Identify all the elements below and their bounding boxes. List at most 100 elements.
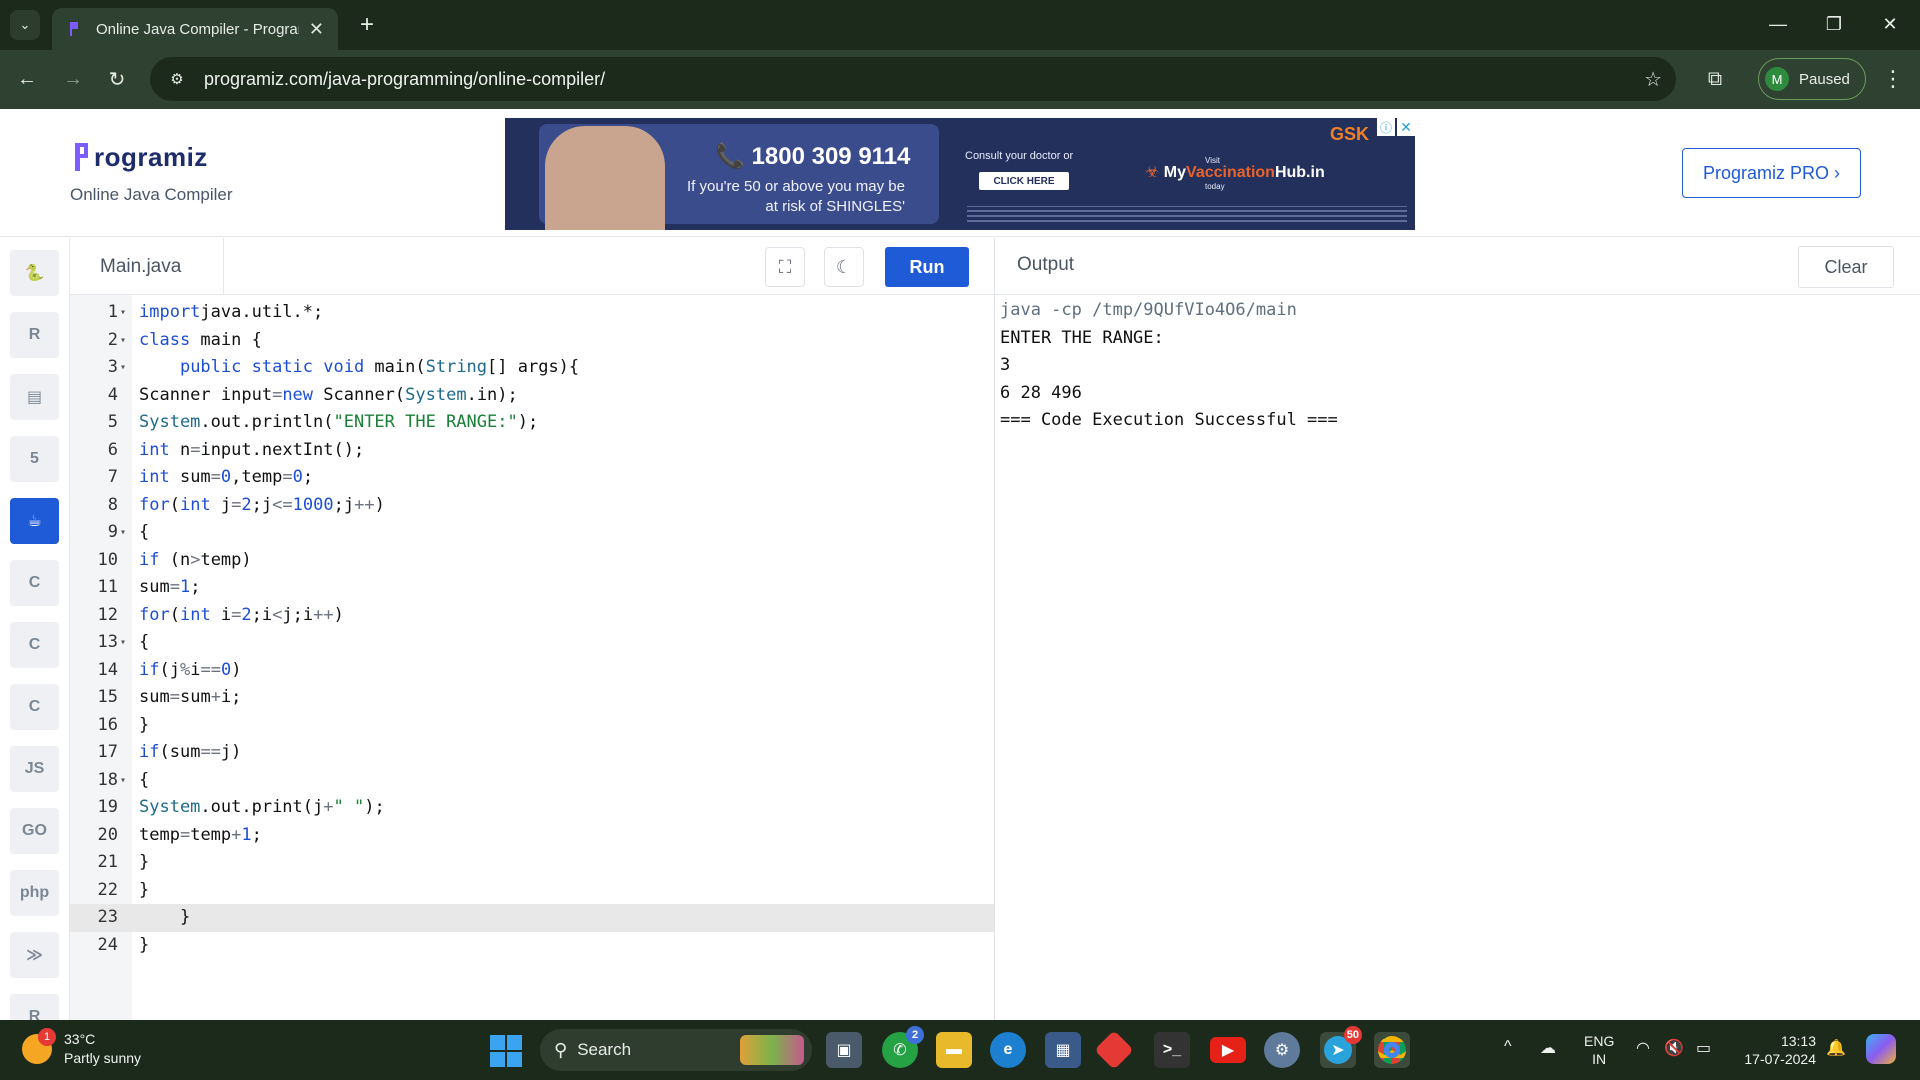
fold-toggle-icon[interactable]: ▾ — [120, 354, 126, 382]
browser-tab-active[interactable]: Online Java Compiler - Programiz ✕ — [52, 8, 338, 50]
weather-widget[interactable]: 1 33°C Partly sunny — [22, 1028, 141, 1068]
reload-button[interactable]: ↻ — [100, 62, 134, 96]
ad-brand-bottom: today — [1205, 182, 1225, 191]
back-button[interactable]: ← — [10, 62, 44, 96]
address-bar[interactable]: ⚙ programiz.com/java-programming/online-… — [150, 57, 1676, 101]
fold-toggle-icon[interactable]: ▾ — [120, 767, 126, 795]
programiz-pro-button[interactable]: Programiz PRO › — [1682, 148, 1861, 198]
code-line[interactable]: 10 if (n>temp) — [70, 547, 994, 575]
fullscreen-icon[interactable]: ⛶ — [765, 247, 805, 287]
fold-toggle-icon[interactable]: ▾ — [120, 519, 126, 547]
window-close-button[interactable]: ✕ — [1870, 8, 1910, 40]
code-line[interactable]: 2 ▾ class main { — [70, 327, 994, 355]
code-line[interactable]: 22} — [70, 877, 994, 905]
code-line[interactable]: 17 if(sum==j) — [70, 739, 994, 767]
chrome-icon[interactable] — [1374, 1032, 1410, 1068]
whatsapp-icon[interactable]: ✆ 2 — [882, 1026, 924, 1068]
taskbar-search-label: Search — [577, 1040, 632, 1059]
code-line[interactable]: 12 for(int i=2;i<j;i++) — [70, 602, 994, 630]
language-swift-icon[interactable]: ≫ — [10, 932, 59, 978]
code-line[interactable]: 4 Scanner input=new Scanner(System.in); — [70, 382, 994, 410]
microsoft-store-icon[interactable]: ▦ — [1045, 1032, 1081, 1068]
ad-close-icon[interactable]: ✕ — [1397, 118, 1415, 136]
code-line[interactable]: 11 sum=1; — [70, 574, 994, 602]
tab-search-button[interactable]: ⌄ — [10, 10, 40, 40]
anydesk-icon[interactable] — [1094, 1030, 1134, 1070]
volume-muted-icon[interactable]: 🔇 — [1664, 1038, 1684, 1058]
ad-brand-suffix: Hub.in — [1274, 164, 1325, 181]
code-line[interactable]: 8 for(int j=2;j<=1000;j++) — [70, 492, 994, 520]
onedrive-icon[interactable]: ☁ — [1540, 1038, 1556, 1058]
ad-click-here-button[interactable]: CLICK HERE — [979, 172, 1069, 190]
code-line[interactable]: 23 } — [70, 904, 994, 932]
new-tab-button[interactable]: + — [352, 10, 382, 40]
code-editor[interactable]: 1 ▾ importjava.util.*; 2 ▾ class main {3 ▾ pub… — [70, 295, 994, 1020]
fold-toggle-icon[interactable]: ▾ — [120, 299, 126, 327]
forward-button[interactable]: → — [56, 62, 90, 96]
code-line[interactable]: 5 System.out.println("ENTER THE RANGE:"); — [70, 409, 994, 437]
wifi-icon[interactable]: ◠ — [1636, 1038, 1650, 1058]
code-line[interactable]: 6 int n=input.nextInt(); — [70, 437, 994, 465]
profile-button[interactable]: M Paused — [1758, 58, 1866, 100]
code-line[interactable]: 15 sum=sum+i; — [70, 684, 994, 712]
site-info-icon[interactable]: ⚙ — [162, 70, 192, 88]
system-clock[interactable]: 13:13 17-07-2024 — [1736, 1032, 1816, 1068]
restore-button[interactable]: ❐ — [1814, 8, 1854, 40]
run-button[interactable]: Run — [885, 247, 969, 287]
code-line[interactable]: 16} — [70, 712, 994, 740]
code-line[interactable]: 7 int sum=0,temp=0; — [70, 464, 994, 492]
ad-choices-icon[interactable]: ⓘ — [1377, 118, 1395, 136]
browser-menu-icon[interactable]: ⋮ — [1878, 62, 1908, 96]
advertisement-banner[interactable]: 📞 1800 309 9114 If you're 50 or above yo… — [505, 118, 1415, 230]
code-line[interactable]: 24} — [70, 932, 994, 960]
code-line[interactable]: 21} — [70, 849, 994, 877]
settings-gear-icon[interactable]: ⚙ — [1264, 1032, 1300, 1068]
programiz-logo[interactable]: rogramiz — [72, 141, 208, 173]
tab-close-icon[interactable]: ✕ — [309, 19, 324, 40]
show-hidden-icons[interactable]: ^ — [1504, 1038, 1512, 1056]
bookmark-star-icon[interactable]: ☆ — [1644, 67, 1662, 92]
taskbar-search[interactable]: ⚲ Search — [540, 1029, 812, 1071]
language-python-icon[interactable]: 🐍 — [10, 250, 59, 296]
youtube-icon[interactable]: ▶ — [1210, 1037, 1246, 1063]
language-php-icon[interactable]: php — [10, 870, 59, 916]
fold-toggle-icon[interactable]: ▾ — [120, 327, 126, 355]
code-line[interactable]: 20 temp=temp+1; — [70, 822, 994, 850]
battery-icon[interactable]: ▭ — [1696, 1038, 1711, 1058]
code-line[interactable]: 1 ▾ importjava.util.*; — [70, 299, 994, 327]
copilot-icon[interactable] — [1866, 1034, 1896, 1064]
code-line[interactable]: 9 ▾ { — [70, 519, 994, 547]
language-indicator[interactable]: ENG IN — [1584, 1032, 1614, 1068]
dark-mode-icon[interactable]: ☾ — [824, 247, 864, 287]
language-rust-icon[interactable]: R — [10, 994, 59, 1020]
notification-bell-icon[interactable]: 🔔 — [1826, 1038, 1846, 1058]
clear-output-button[interactable]: Clear — [1798, 246, 1894, 288]
fold-toggle-icon[interactable]: ▾ — [120, 629, 126, 657]
task-view-icon[interactable]: ▣ — [826, 1032, 862, 1068]
file-tab[interactable]: Main.java — [70, 238, 224, 295]
line-number: 1 — [107, 302, 118, 322]
language-js-icon[interactable]: JS — [10, 746, 59, 792]
code-line[interactable]: 14 if(j%i==0) — [70, 657, 994, 685]
extensions-icon[interactable]: ⧉ — [1698, 62, 1732, 96]
language-sql-icon[interactable]: ▤ — [10, 374, 59, 420]
language-go-icon[interactable]: GO — [10, 808, 59, 854]
code-line[interactable]: 19 System.out.print(j+" "); — [70, 794, 994, 822]
language-cpp-icon[interactable]: C — [10, 622, 59, 668]
pane-divider[interactable] — [994, 238, 995, 1020]
edge-icon[interactable]: e — [990, 1032, 1026, 1068]
code-line[interactable]: 18 ▾ { — [70, 767, 994, 795]
language-html-icon[interactable]: 5 — [10, 436, 59, 482]
file-explorer-icon[interactable]: ▬ — [936, 1032, 972, 1068]
language-java-icon[interactable]: ☕ — [10, 498, 59, 544]
windows-start-icon[interactable] — [490, 1035, 522, 1067]
weather-badge: 1 — [38, 1028, 56, 1046]
terminal-icon[interactable]: >_ — [1154, 1032, 1190, 1068]
minimize-button[interactable]: — — [1758, 8, 1798, 40]
code-line[interactable]: 13 ▾ { — [70, 629, 994, 657]
language-r-icon[interactable]: R — [10, 312, 59, 358]
language-csharp-icon[interactable]: C — [10, 684, 59, 730]
code-line[interactable]: 3 ▾ public static void main(String[] args… — [70, 354, 994, 382]
language-c-icon[interactable]: C — [10, 560, 59, 606]
telegram-icon[interactable]: ➤ 50 — [1320, 1026, 1362, 1068]
